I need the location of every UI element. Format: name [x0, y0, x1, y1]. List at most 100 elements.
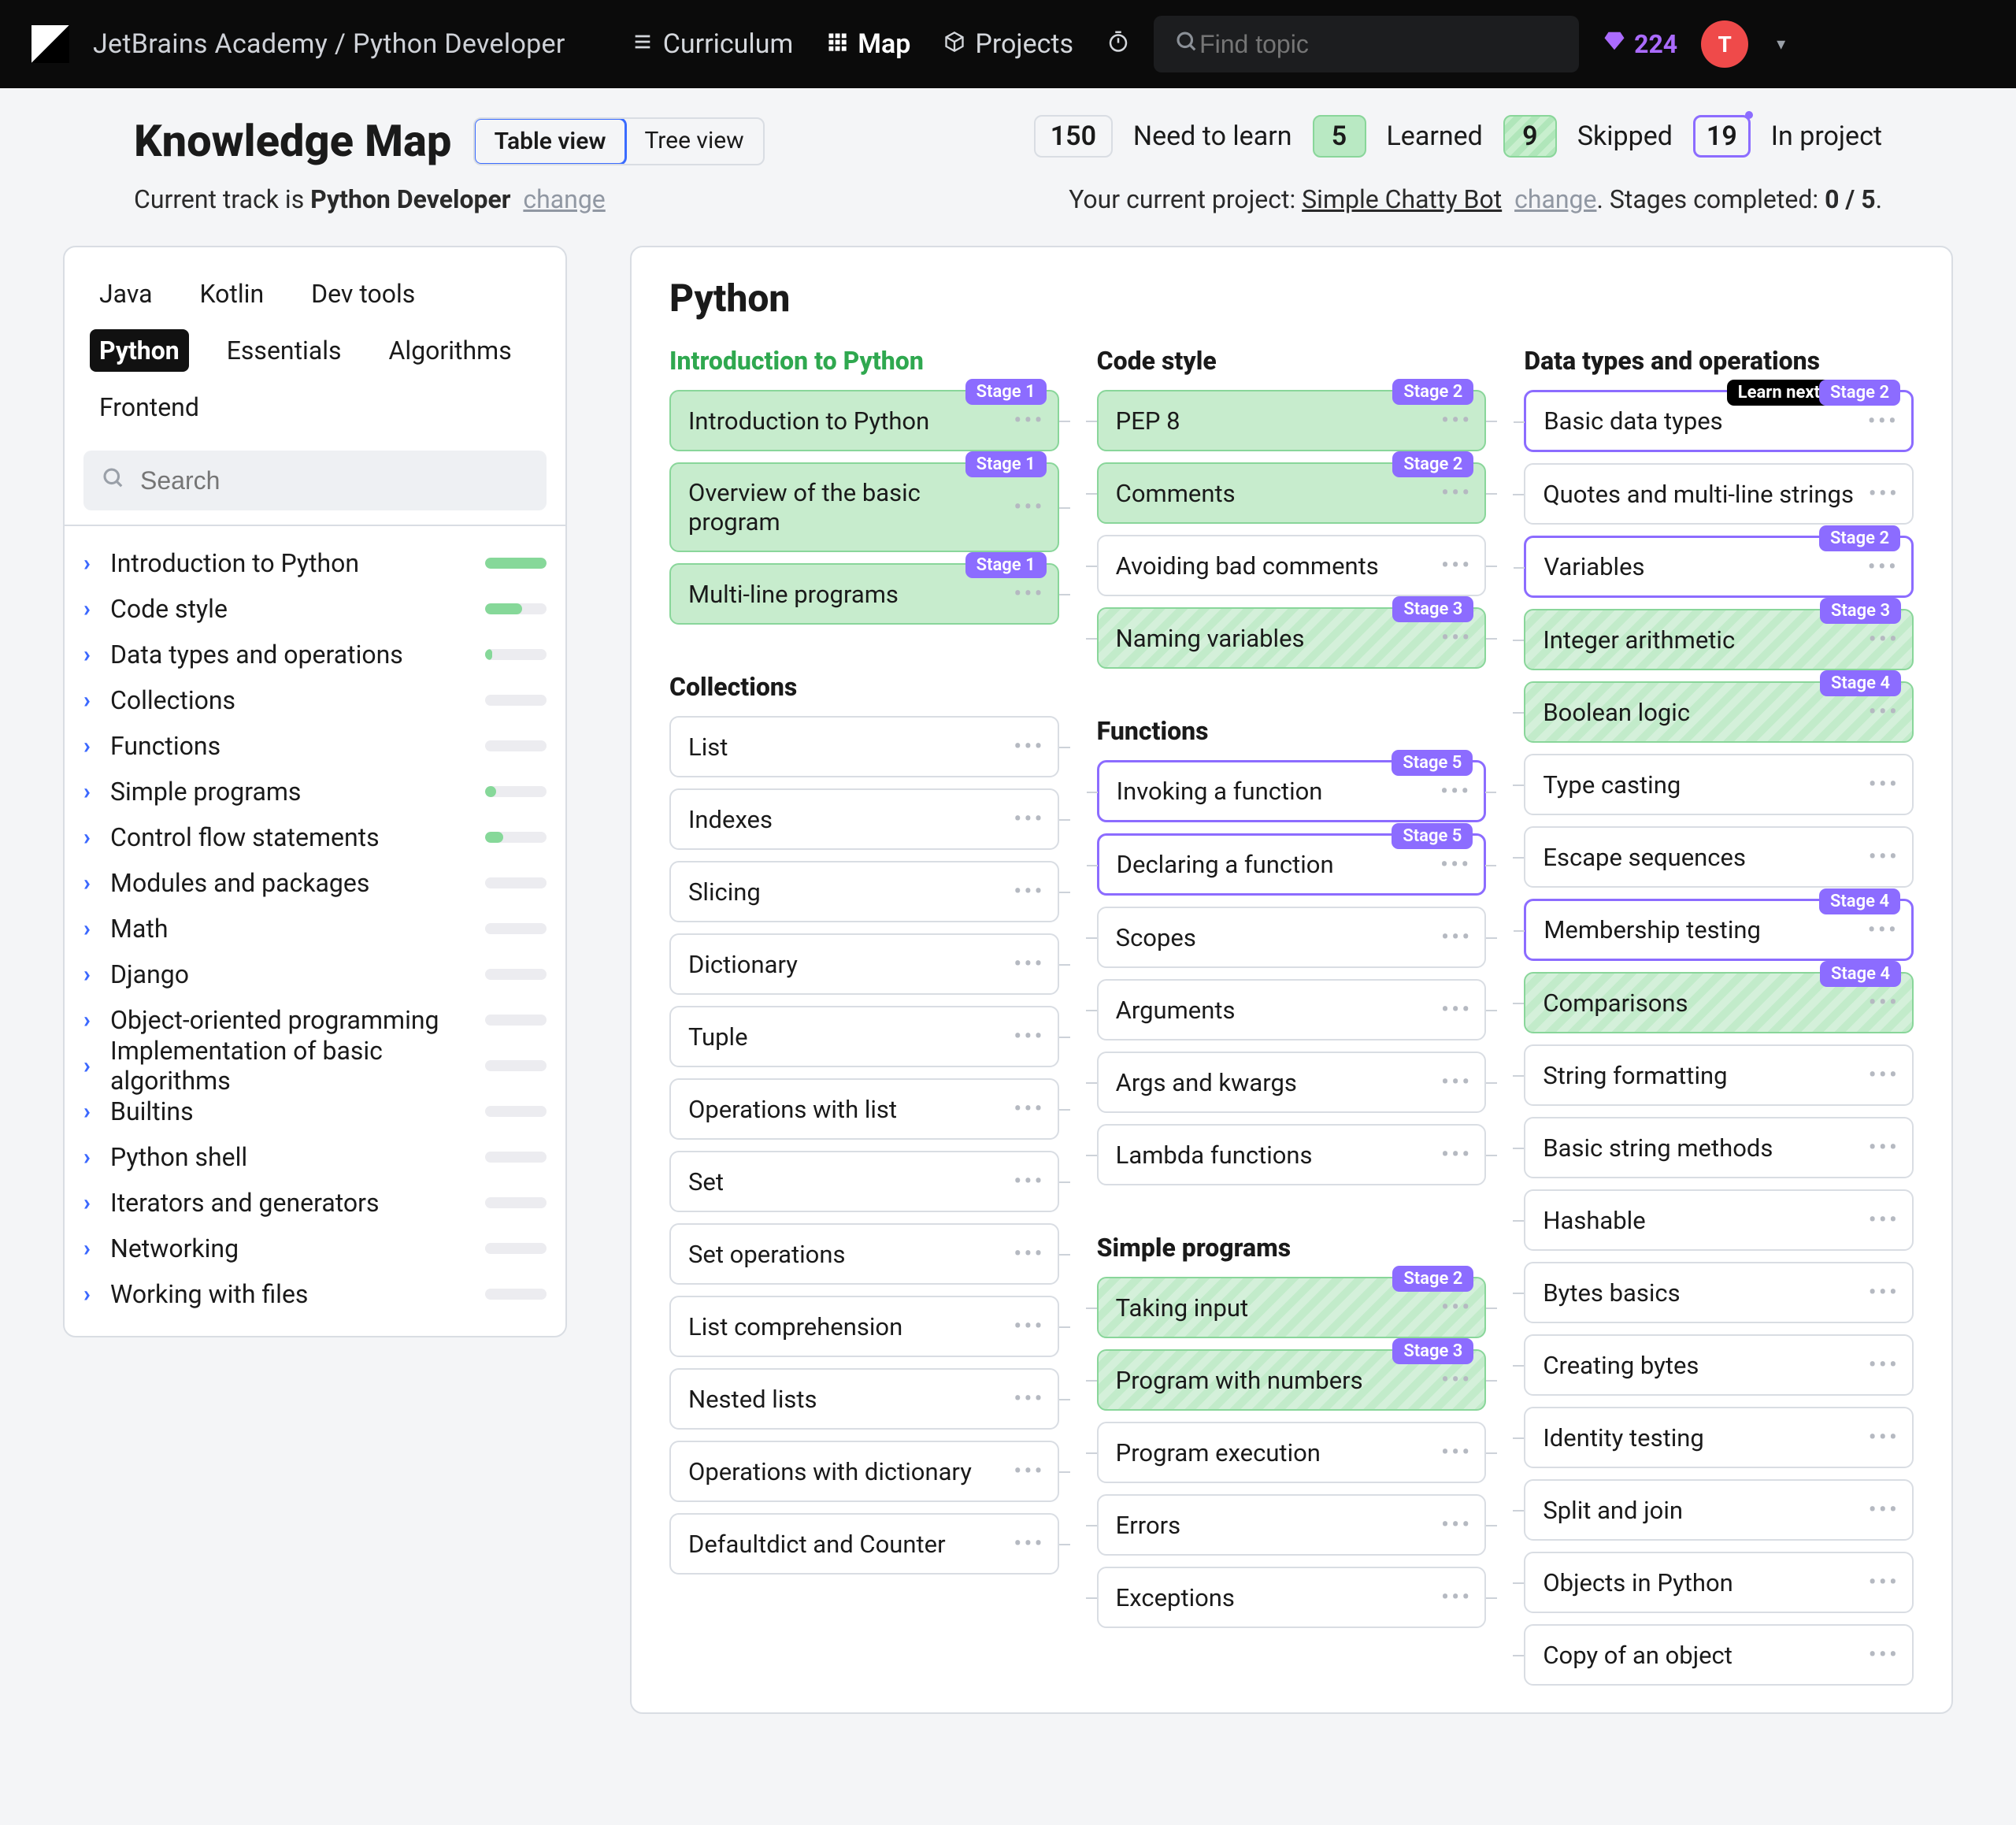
topic-card[interactable]: Identity testing•••: [1524, 1407, 1914, 1468]
more-icon[interactable]: •••: [1014, 494, 1044, 521]
topic-card[interactable]: Split and join•••: [1524, 1479, 1914, 1541]
change-track-link[interactable]: change: [523, 184, 605, 214]
more-icon[interactable]: •••: [1441, 1439, 1472, 1467]
tree-row[interactable]: ›Implementation of basic algorithms: [83, 1043, 547, 1089]
more-icon[interactable]: •••: [1441, 1141, 1472, 1169]
more-icon[interactable]: •••: [1868, 553, 1899, 581]
topic-card[interactable]: Stage 2Comments•••: [1097, 462, 1487, 524]
logo-icon[interactable]: [32, 25, 69, 63]
more-icon[interactable]: •••: [1014, 733, 1044, 761]
more-icon[interactable]: •••: [1869, 1569, 1899, 1597]
more-icon[interactable]: •••: [1014, 1096, 1044, 1123]
tree-row[interactable]: ›Collections: [83, 677, 547, 723]
more-icon[interactable]: •••: [1441, 552, 1472, 580]
more-icon[interactable]: •••: [1441, 1069, 1472, 1096]
change-project-link[interactable]: change: [1514, 184, 1596, 214]
topic-card[interactable]: Arguments•••: [1097, 979, 1487, 1040]
view-table[interactable]: Table view: [473, 117, 628, 165]
tree-row[interactable]: ›Working with files: [83, 1271, 547, 1317]
search-box[interactable]: [1154, 16, 1579, 72]
breadcrumb[interactable]: JetBrains Academy / Python Developer: [93, 28, 565, 60]
more-icon[interactable]: •••: [1869, 989, 1899, 1017]
tree-row[interactable]: ›Simple programs: [83, 769, 547, 814]
more-icon[interactable]: •••: [1014, 951, 1044, 978]
topic-card[interactable]: Indexes•••: [669, 788, 1059, 850]
topic-card[interactable]: Defaultdict and Counter•••: [669, 1513, 1059, 1575]
tree-row[interactable]: ›Python shell: [83, 1134, 547, 1180]
more-icon[interactable]: •••: [1014, 1530, 1044, 1558]
topic-card[interactable]: Set•••: [669, 1151, 1059, 1212]
more-icon[interactable]: •••: [1014, 806, 1044, 833]
more-icon[interactable]: •••: [1014, 581, 1044, 608]
more-icon[interactable]: •••: [1441, 1584, 1472, 1612]
more-icon[interactable]: •••: [1441, 1367, 1472, 1394]
tree-row[interactable]: ›Introduction to Python: [83, 540, 547, 586]
more-icon[interactable]: •••: [1869, 844, 1899, 871]
topic-card[interactable]: Args and kwargs•••: [1097, 1052, 1487, 1113]
nav-map[interactable]: Map: [826, 28, 910, 60]
more-icon[interactable]: •••: [1869, 1134, 1899, 1162]
lang-tab-dev-tools[interactable]: Dev tools: [302, 273, 424, 315]
topic-card[interactable]: Stage 3Program with numbers•••: [1097, 1349, 1487, 1411]
lang-tab-kotlin[interactable]: Kotlin: [191, 273, 274, 315]
more-icon[interactable]: •••: [1440, 777, 1471, 805]
more-icon[interactable]: •••: [1014, 1023, 1044, 1051]
topic-card[interactable]: Lambda functions•••: [1097, 1124, 1487, 1185]
topic-card[interactable]: Stage 5Invoking a function•••: [1097, 760, 1487, 822]
topic-card[interactable]: Stage 1Overview of the basic program•••: [669, 462, 1059, 552]
more-icon[interactable]: •••: [1868, 916, 1899, 944]
more-icon[interactable]: •••: [1869, 1352, 1899, 1379]
topic-card[interactable]: Dictionary•••: [669, 933, 1059, 995]
more-icon[interactable]: •••: [1869, 1207, 1899, 1234]
topic-card[interactable]: Learn nextStage 2Basic data types•••: [1524, 390, 1914, 452]
gems-counter[interactable]: 224: [1603, 29, 1677, 59]
topic-card[interactable]: Stage 3Naming variables•••: [1097, 607, 1487, 669]
topic-card[interactable]: Type casting•••: [1524, 754, 1914, 815]
topic-card[interactable]: Set operations•••: [669, 1223, 1059, 1285]
topic-card[interactable]: Operations with dictionary•••: [669, 1441, 1059, 1502]
more-icon[interactable]: •••: [1869, 771, 1899, 799]
topic-card[interactable]: Stage 1Introduction to Python•••: [669, 390, 1059, 451]
more-icon[interactable]: •••: [1869, 1279, 1899, 1307]
lang-tab-java[interactable]: Java: [90, 273, 162, 315]
more-icon[interactable]: •••: [1014, 1385, 1044, 1413]
tree-row[interactable]: ›Modules and packages: [83, 860, 547, 906]
topic-card[interactable]: Nested lists•••: [669, 1368, 1059, 1430]
topic-card[interactable]: Stage 2Taking input•••: [1097, 1277, 1487, 1338]
view-tree[interactable]: Tree view: [625, 119, 762, 164]
topic-card[interactable]: String formatting•••: [1524, 1044, 1914, 1106]
topic-card[interactable]: Errors•••: [1097, 1494, 1487, 1556]
tree-row[interactable]: ›Functions: [83, 723, 547, 769]
topic-card[interactable]: Stage 3Integer arithmetic•••: [1524, 609, 1914, 670]
more-icon[interactable]: •••: [1869, 1424, 1899, 1452]
more-icon[interactable]: •••: [1868, 407, 1899, 435]
topic-card[interactable]: Hashable•••: [1524, 1189, 1914, 1251]
more-icon[interactable]: •••: [1869, 480, 1899, 508]
lang-tab-frontend[interactable]: Frontend: [90, 386, 209, 428]
topic-card[interactable]: Basic string methods•••: [1524, 1117, 1914, 1178]
more-icon[interactable]: •••: [1869, 1497, 1899, 1524]
more-icon[interactable]: •••: [1014, 1241, 1044, 1268]
more-icon[interactable]: •••: [1014, 1313, 1044, 1341]
project-link[interactable]: Simple Chatty Bot: [1302, 184, 1502, 214]
more-icon[interactable]: •••: [1014, 1458, 1044, 1486]
tree-row[interactable]: ›Control flow statements: [83, 814, 547, 860]
topic-card[interactable]: Stage 4Membership testing•••: [1524, 899, 1914, 961]
topic-card[interactable]: Quotes and multi-line strings•••: [1524, 463, 1914, 525]
topic-card[interactable]: Exceptions•••: [1097, 1567, 1487, 1628]
more-icon[interactable]: •••: [1014, 407, 1044, 435]
sidebar-search-input[interactable]: [139, 466, 529, 496]
topic-card[interactable]: Objects in Python•••: [1524, 1552, 1914, 1613]
topic-card[interactable]: Stage 5Declaring a function•••: [1097, 833, 1487, 896]
chevron-down-icon[interactable]: ▾: [1777, 35, 1785, 54]
more-icon[interactable]: •••: [1869, 626, 1899, 654]
nav-timer[interactable]: [1106, 28, 1130, 60]
tree-row[interactable]: ›Django: [83, 951, 547, 997]
topic-card[interactable]: Scopes•••: [1097, 907, 1487, 968]
more-icon[interactable]: •••: [1441, 625, 1472, 652]
nav-projects[interactable]: Projects: [943, 28, 1073, 60]
topic-card[interactable]: Stage 1Multi-line programs•••: [669, 563, 1059, 625]
topic-card[interactable]: Creating bytes•••: [1524, 1334, 1914, 1396]
topic-card[interactable]: Stage 2Variables•••: [1524, 536, 1914, 598]
topic-card[interactable]: Bytes basics•••: [1524, 1262, 1914, 1323]
